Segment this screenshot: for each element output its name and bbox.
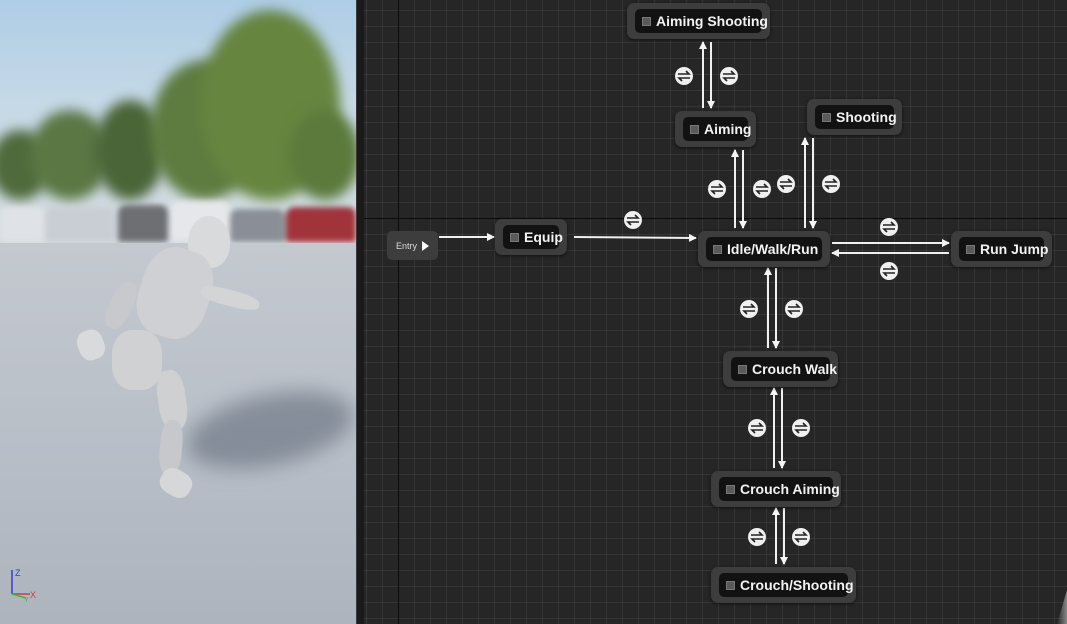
state-node-shooting[interactable]: Shooting	[807, 99, 902, 135]
state-node-crouch-walk[interactable]: Crouch Walk	[723, 351, 838, 387]
transition-wires	[439, 41, 950, 565]
transition-rule-icon[interactable]	[748, 528, 766, 546]
state-label: Crouch Aiming	[740, 481, 840, 497]
state-node-aiming-shooting[interactable]: Aiming Shooting	[627, 3, 770, 39]
x-axis-label: X	[30, 590, 36, 600]
state-icon	[966, 244, 975, 254]
state-label: Run Jump	[980, 241, 1049, 257]
transition-rule-icon[interactable]	[822, 175, 840, 193]
transition-rule-icon[interactable]	[624, 211, 642, 229]
state-icon	[713, 244, 722, 254]
transition-rule-icon[interactable]	[708, 180, 726, 198]
parked-cars	[0, 195, 356, 250]
transition-rule-icon[interactable]	[792, 528, 810, 546]
state-icon	[690, 124, 699, 134]
state-node-idle-walk-run[interactable]: Idle/Walk/Run	[698, 231, 830, 267]
state-machine-graph[interactable]	[364, 0, 1067, 624]
state-label: Aiming	[704, 121, 752, 137]
state-label: Idle/Walk/Run	[727, 241, 819, 257]
transition-rule-icon[interactable]	[675, 67, 693, 85]
state-icon	[822, 112, 831, 122]
state-label: Equip	[524, 229, 563, 245]
transition-rule-icon[interactable]	[748, 419, 766, 437]
transition-rule-icon[interactable]	[753, 180, 771, 198]
z-axis-label: Z	[15, 568, 21, 578]
state-node-run-jump[interactable]: Run Jump	[951, 231, 1052, 267]
entry-label: Entry	[395, 240, 417, 251]
state-icon	[738, 364, 747, 374]
state-label: Aiming Shooting	[656, 13, 768, 29]
state-icon	[726, 580, 735, 590]
state-label: Crouch/Shooting	[740, 577, 854, 593]
transition-equip-idle[interactable]	[573, 233, 697, 242]
axis-gizmo: Z X Y	[11, 568, 36, 602]
state-icon	[510, 232, 519, 242]
transition-rule-icon[interactable]	[880, 262, 898, 280]
state-node-aiming[interactable]: Aiming	[675, 111, 756, 147]
state-node-crouch-shooting[interactable]: Crouch/Shooting	[711, 567, 856, 603]
state-icon	[726, 484, 735, 494]
transition-rule-icon[interactable]	[785, 300, 803, 318]
transition-rule-icon[interactable]	[777, 175, 795, 193]
transition-rule-icon[interactable]	[792, 419, 810, 437]
state-label: Crouch Walk	[752, 361, 838, 377]
entry-node[interactable]: Entry	[387, 231, 438, 260]
state-node-equip[interactable]: Equip	[495, 219, 567, 255]
state-icon	[642, 16, 651, 26]
entry-arrow-icon	[422, 240, 429, 251]
y-axis-label: Y	[24, 597, 29, 602]
state-label: Shooting	[836, 109, 897, 125]
transition-rule-icon[interactable]	[720, 67, 738, 85]
transition-rule-icon[interactable]	[740, 300, 758, 318]
transition-rule-icon[interactable]	[880, 218, 898, 236]
preview-viewport[interactable]: Z X Y	[0, 0, 356, 624]
state-node-crouch-aiming[interactable]: Crouch Aiming	[711, 471, 841, 507]
